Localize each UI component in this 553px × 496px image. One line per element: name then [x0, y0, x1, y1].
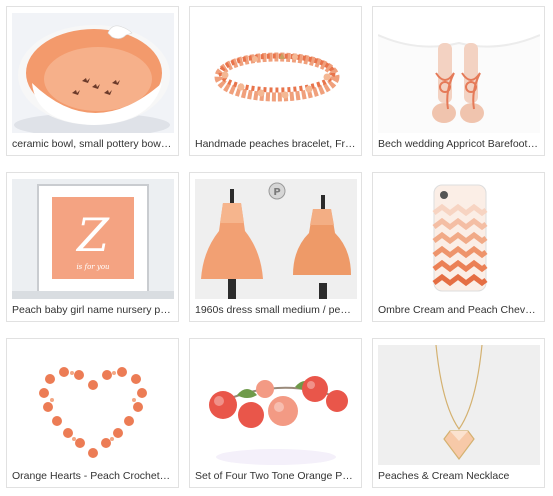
listing-card-ceramic-bowl[interactable]: ceramic bowl, small pottery bowl, Orange…	[6, 6, 179, 156]
listing-card-vintage-dresses[interactable]: P 1960s dress small medium / peach party…	[189, 172, 362, 322]
listing-image-nursery-print[interactable]: Z is for you	[12, 179, 174, 299]
listing-title[interactable]: Bech wedding Appricot Barefoot Sandals	[378, 138, 539, 151]
listing-title[interactable]: Set of Four Two Tone Orange Paper Flower…	[195, 470, 356, 483]
listing-image-peach-necklace[interactable]	[378, 345, 540, 465]
listing-title[interactable]: Peach baby girl name nursery print	[12, 304, 173, 317]
listing-title[interactable]: Handmade peaches bracelet, Friendship br…	[195, 138, 356, 151]
nursery-subtext: is for you	[76, 263, 110, 271]
nursery-letter: Z	[75, 208, 110, 262]
badge-letter: P	[273, 187, 280, 198]
listing-image-paper-flowers[interactable]	[195, 345, 357, 465]
listing-grid: ceramic bowl, small pottery bowl, Orange…	[0, 0, 553, 496]
listing-card-chevron-phone-case[interactable]: Ombre Cream and Peach Chevron phone case	[372, 172, 545, 322]
listing-image-chevron-phone-case[interactable]	[378, 179, 540, 299]
listing-title[interactable]: Orange Hearts - Peach Crochet Hearts	[12, 470, 173, 483]
listing-image-barefoot-sandals[interactable]	[378, 13, 540, 133]
listing-title[interactable]: Ombre Cream and Peach Chevron phone case	[378, 304, 539, 317]
listing-image-ceramic-bowl[interactable]	[12, 13, 174, 133]
listing-card-peach-necklace[interactable]: Peaches & Cream Necklace	[372, 338, 545, 488]
listing-card-nursery-print[interactable]: Z is for you Peach baby girl name nurser…	[6, 172, 179, 322]
listing-card-barefoot-sandals[interactable]: Bech wedding Appricot Barefoot Sandals	[372, 6, 545, 156]
listing-title[interactable]: 1960s dress small medium / peach party d…	[195, 304, 356, 317]
listing-title[interactable]: ceramic bowl, small pottery bowl, Orange…	[12, 138, 173, 151]
listing-card-crochet-hearts[interactable]: Orange Hearts - Peach Crochet Hearts	[6, 338, 179, 488]
listing-card-paper-flowers[interactable]: Set of Four Two Tone Orange Paper Flower…	[189, 338, 362, 488]
listing-image-vintage-dresses[interactable]: P	[195, 179, 357, 299]
listing-image-crochet-hearts[interactable]	[12, 345, 174, 465]
listing-image-peach-bracelet[interactable]	[195, 13, 357, 133]
listing-title[interactable]: Peaches & Cream Necklace	[378, 470, 539, 483]
listing-card-peach-bracelet[interactable]: Handmade peaches bracelet, Friendship br…	[189, 6, 362, 156]
